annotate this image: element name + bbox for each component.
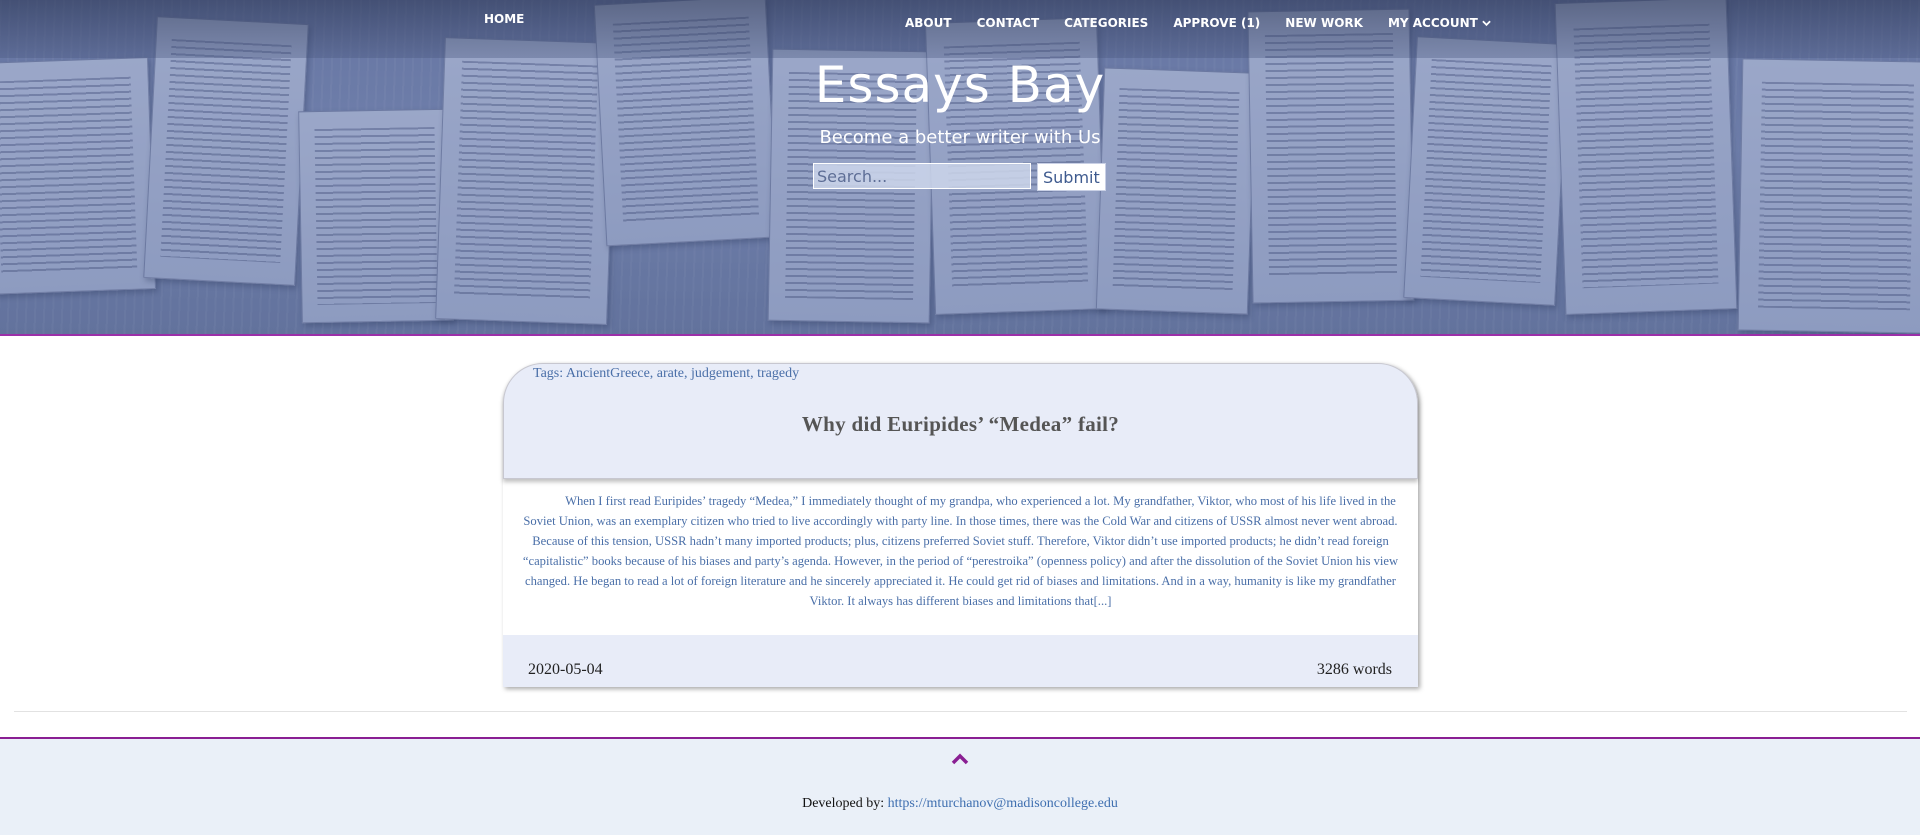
essay-card-header: Tags: AncientGreece, arate, judgement, t… (503, 363, 1418, 479)
chevron-up-icon[interactable] (950, 751, 970, 767)
essay-card-footer: 2020-05-04 3286 words (503, 635, 1418, 687)
essay-title[interactable]: Why did Euripides’ “Medea” fail? (504, 412, 1417, 437)
page-footer: Developed by: https://mturchanov@madison… (0, 737, 1920, 835)
nav-home-link[interactable]: HOME (484, 12, 524, 26)
developed-by-label: Developed by: (802, 796, 885, 811)
essay-card: Tags: AncientGreece, arate, judgement, t… (503, 363, 1418, 687)
hero-banner: HOME ABOUT CONTACT CATEGORIES APPROVE (1… (0, 0, 1920, 336)
essay-excerpt: When I first read Euripides’ tragedy “Me… (522, 494, 1399, 608)
site-title: Essays Bay (814, 56, 1106, 114)
chevron-down-icon (1482, 20, 1491, 26)
essay-tags[interactable]: Tags: AncientGreece, arate, judgement, t… (533, 366, 799, 382)
developer-credit: Developed by: https://mturchanov@madison… (0, 796, 1920, 812)
search-form: Submit (813, 163, 1106, 191)
submit-button[interactable]: Submit (1037, 163, 1106, 191)
nav-categories-link[interactable]: CATEGORIES (1064, 16, 1148, 30)
content-divider (14, 711, 1907, 712)
nav-links: ABOUT CONTACT CATEGORIES APPROVE (1) NEW… (905, 16, 1491, 30)
nav-approve-link[interactable]: APPROVE (1) (1173, 16, 1260, 30)
essay-word-count: 3286 words (1316, 661, 1392, 678)
nav-contact-link[interactable]: CONTACT (977, 16, 1040, 30)
nav-my-account-label: MY ACCOUNT (1387, 16, 1478, 30)
developer-link[interactable]: https://mturchanov@madisoncollege.edu (888, 796, 1118, 811)
nav-new-work-link[interactable]: NEW WORK (1285, 16, 1363, 30)
nav-about-link[interactable]: ABOUT (905, 16, 952, 30)
essay-date: 2020-05-04 (528, 661, 603, 678)
search-input[interactable] (813, 163, 1031, 189)
nav-my-account-dropdown[interactable]: MY ACCOUNT (1388, 16, 1491, 30)
site-subtitle: Become a better writer with Us (819, 127, 1101, 148)
